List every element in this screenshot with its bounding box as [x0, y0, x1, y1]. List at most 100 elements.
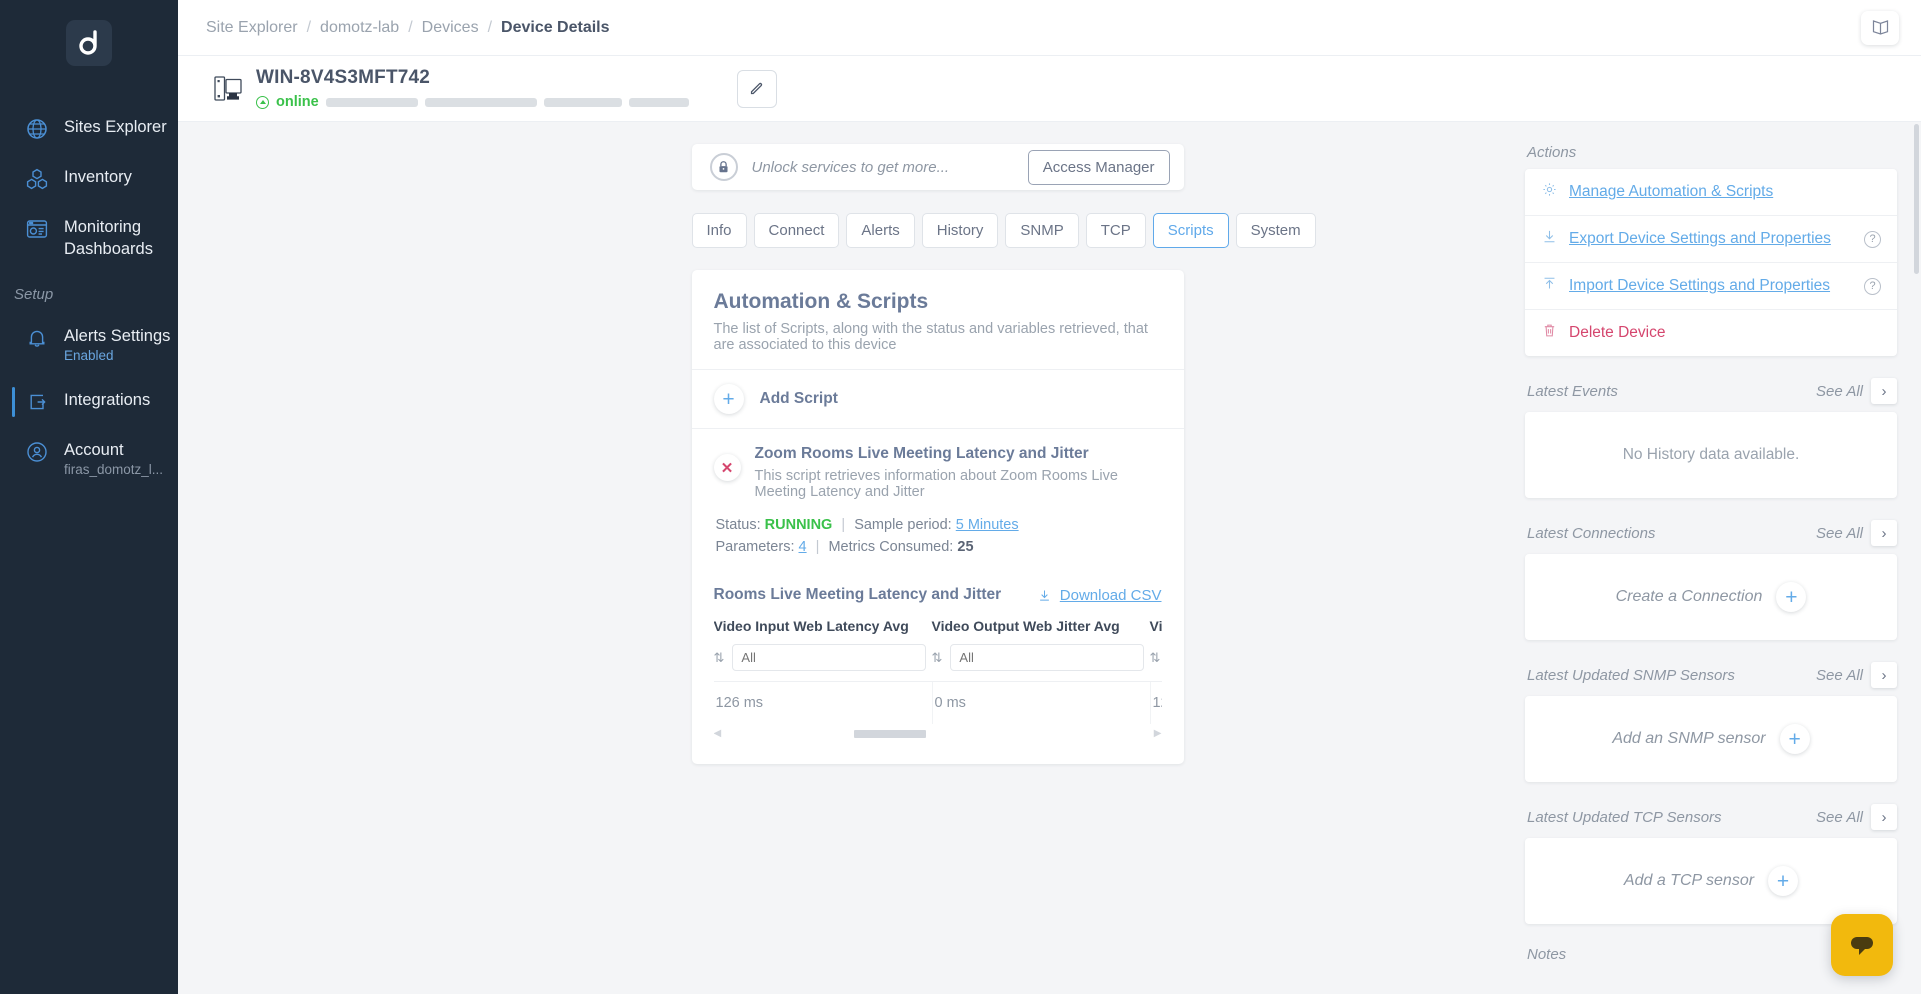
close-icon[interactable]: ✕ — [714, 454, 741, 481]
breadcrumb-site-explorer[interactable]: Site Explorer — [206, 19, 298, 37]
export-device-settings-action[interactable]: Export Device Settings and Properties ? — [1525, 216, 1897, 263]
chat-widget-button[interactable] — [1831, 914, 1893, 976]
main-area: Site Explorer / domotz-lab / Devices / D… — [178, 0, 1921, 994]
sort-icon[interactable]: ⇅ — [1150, 650, 1161, 666]
script-title: Zoom Rooms Live Meeting Latency and Jitt… — [755, 445, 1162, 463]
download-csv-label: Download CSV — [1060, 587, 1162, 604]
tab-system[interactable]: System — [1236, 213, 1316, 248]
filter-cell: ⇅ — [932, 644, 1150, 671]
sidebar-setup-label: Setup — [0, 272, 178, 313]
tab-snmp[interactable]: SNMP — [1005, 213, 1078, 248]
page-title: WIN-8V4S3MFT742 — [256, 67, 689, 89]
see-all-link[interactable]: See All — [1816, 525, 1863, 542]
divider: | — [841, 517, 845, 533]
breadcrumb-device-details: Device Details — [501, 19, 610, 37]
tab-tcp[interactable]: TCP — [1086, 213, 1146, 248]
question-icon[interactable]: ? — [1864, 278, 1881, 295]
see-all-link[interactable]: See All — [1816, 667, 1863, 684]
chevron-right-icon[interactable]: › — [1871, 662, 1897, 688]
sort-icon[interactable]: ⇅ — [932, 650, 943, 666]
download-csv-button[interactable]: Download CSV — [1037, 587, 1162, 604]
book-icon[interactable] — [1861, 11, 1899, 45]
script-item: ✕ Zoom Rooms Live Meeting Latency and Ji… — [692, 429, 1184, 764]
center-column: Unlock services to get more... Access Ma… — [178, 122, 1501, 994]
add-snmp-sensor-button[interactable]: Add an SNMP sensor + — [1525, 696, 1897, 782]
bell-icon — [24, 325, 50, 350]
see-all-link[interactable]: See All — [1816, 809, 1863, 826]
breadcrumb-domotz-lab[interactable]: domotz-lab — [320, 19, 399, 37]
sidebar-item-integrations[interactable]: Integrations — [0, 377, 178, 427]
page-scrollbar[interactable] — [1914, 124, 1919, 274]
filter-cell: ⇅ — [1150, 644, 1162, 671]
scroll-left-icon[interactable]: ◀ — [714, 728, 722, 739]
sidebar-item-inventory[interactable]: Inventory — [0, 154, 178, 204]
breadcrumb-separator: / — [408, 19, 412, 37]
breadcrumb-devices[interactable]: Devices — [422, 19, 479, 37]
pencil-icon[interactable] — [737, 70, 777, 108]
see-all-wrap: See All › — [1816, 378, 1897, 404]
center-inner: Unlock services to get more... Access Ma… — [496, 122, 1184, 764]
filter-input[interactable] — [950, 644, 1144, 671]
sidebar-item-sites-explorer[interactable]: Sites Explorer — [0, 104, 178, 154]
question-icon[interactable]: ? — [1864, 231, 1881, 248]
device-header: WIN-8V4S3MFT742 online — [178, 56, 1921, 122]
device-meta: WIN-8V4S3MFT742 online — [256, 67, 689, 110]
tab-connect[interactable]: Connect — [754, 213, 840, 248]
unlock-text: Unlock services to get more... — [752, 159, 1014, 176]
sort-icon[interactable]: ⇅ — [714, 650, 725, 666]
parameters-value[interactable]: 4 — [799, 539, 807, 555]
logo-wrap — [0, 20, 178, 66]
sidebar-item-label: Integrations — [64, 389, 150, 411]
table-cell: 0 ms — [932, 682, 1150, 724]
card-header: Automation & Scripts The list of Scripts… — [692, 270, 1184, 370]
delete-device-action[interactable]: Delete Device — [1525, 310, 1897, 356]
section-title: Notes — [1527, 946, 1566, 963]
table-horizontal-scrollbar[interactable]: ◀ ▶ — [714, 726, 1162, 742]
sidebar-item-alerts-settings[interactable]: Alerts Settings Enabled — [0, 313, 178, 377]
latest-tcp-header: Latest Updated TCP Sensors See All › — [1525, 804, 1897, 830]
import-device-settings-action[interactable]: Import Device Settings and Properties ? — [1525, 263, 1897, 310]
tab-alerts[interactable]: Alerts — [846, 213, 914, 248]
status-value: RUNNING — [765, 517, 833, 533]
manage-automation-scripts-action[interactable]: Manage Automation & Scripts — [1525, 169, 1897, 216]
access-manager-button[interactable]: Access Manager — [1028, 150, 1170, 185]
chevron-right-icon[interactable]: › — [1871, 520, 1897, 546]
filter-input[interactable] — [732, 644, 926, 671]
tab-scripts[interactable]: Scripts — [1153, 213, 1229, 248]
table-head: Video Input Web Latency Avg Video Output… — [714, 618, 1162, 634]
card-description: The list of Scripts, along with the stat… — [714, 321, 1162, 353]
section-title: Latest Updated TCP Sensors — [1527, 809, 1722, 826]
domotz-logo[interactable] — [66, 20, 112, 66]
parameters-label: Parameters: — [716, 539, 795, 555]
add-script-label: Add Script — [760, 390, 838, 408]
create-connection-button[interactable]: Create a Connection + — [1525, 554, 1897, 640]
sidebar-item-monitoring-dashboards[interactable]: Monitoring Dashboards — [0, 204, 178, 272]
sidebar-item-label: Alerts Settings — [64, 325, 170, 347]
see-all-link[interactable]: See All — [1816, 383, 1863, 400]
globe-icon — [24, 116, 50, 141]
sidebar-item-account[interactable]: Account firas_domotz_l... — [0, 427, 178, 491]
add-tcp-sensor-button[interactable]: Add a TCP sensor + — [1525, 838, 1897, 924]
see-all-wrap: See All › — [1816, 520, 1897, 546]
sample-period-value[interactable]: 5 Minutes — [956, 517, 1019, 533]
column-header: Video Input Web Latency Avg — [714, 618, 932, 634]
download-icon — [1541, 228, 1558, 250]
dashboard-icon — [24, 216, 50, 241]
chevron-right-icon[interactable]: › — [1871, 804, 1897, 830]
scroll-right-icon[interactable]: ▶ — [1154, 728, 1162, 739]
upload-icon — [1541, 275, 1558, 297]
redacted-mac — [425, 98, 537, 107]
tab-info[interactable]: Info — [692, 213, 747, 248]
cta-label: Add an SNMP sensor — [1612, 730, 1765, 748]
metrics-table-scroll[interactable]: Video Input Web Latency Avg Video Output… — [714, 618, 1162, 742]
scrollbar-thumb[interactable] — [854, 730, 926, 738]
script-header: ✕ Zoom Rooms Live Meeting Latency and Ji… — [714, 445, 1162, 500]
add-script-button[interactable]: + Add Script — [692, 370, 1184, 429]
breadcrumb-separator: / — [307, 19, 311, 37]
table-cell: 126 ms — [714, 682, 932, 724]
redacted-vendor — [544, 98, 622, 107]
table-cell: 126 ms — [1150, 682, 1162, 724]
plus-icon: + — [1780, 724, 1810, 754]
chevron-right-icon[interactable]: › — [1871, 378, 1897, 404]
tab-history[interactable]: History — [922, 213, 999, 248]
